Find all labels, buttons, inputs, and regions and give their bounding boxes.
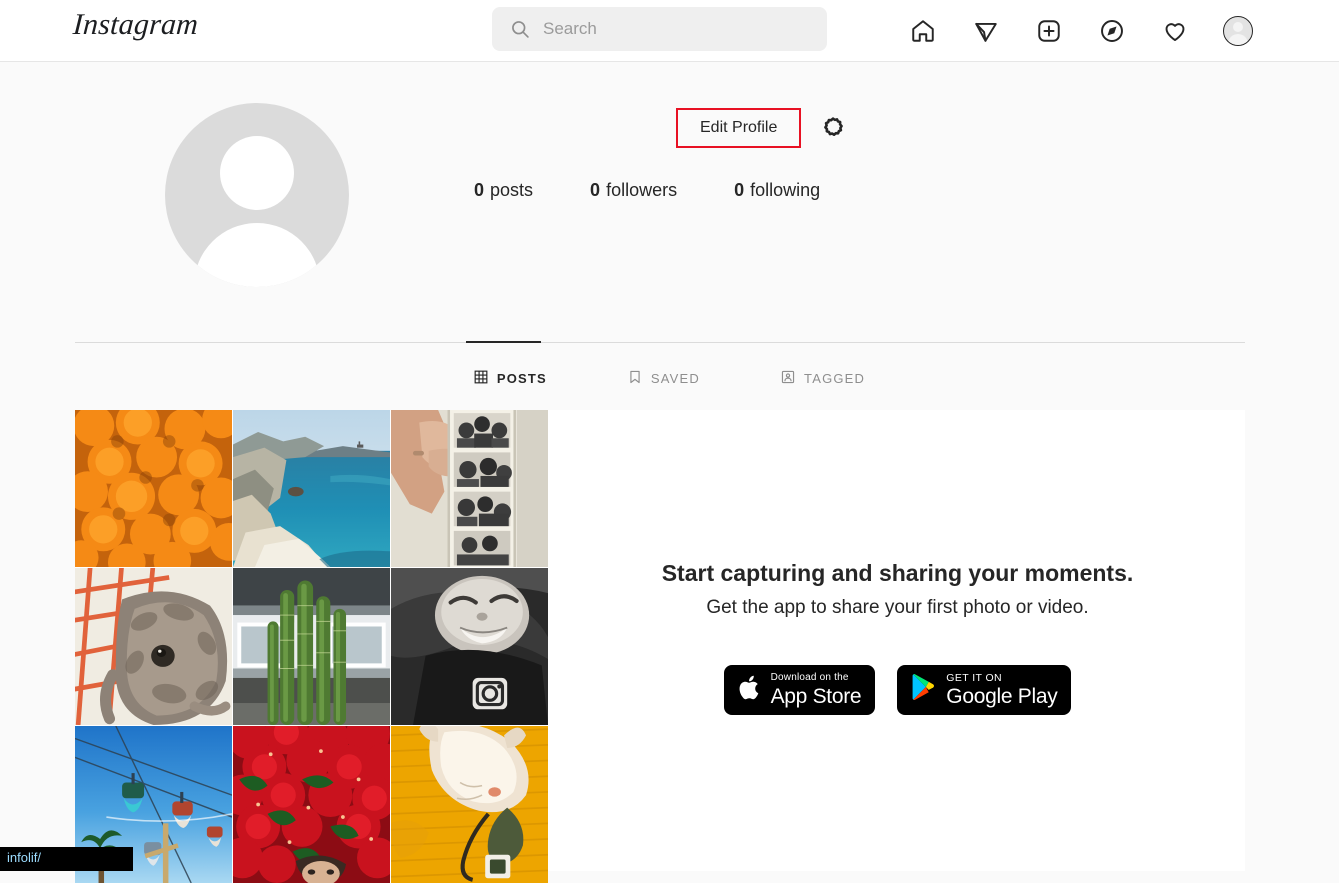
grid-photo-photobooth-strip[interactable]: [391, 410, 548, 567]
following-count: 0: [734, 180, 744, 201]
stat-followers[interactable]: 0 followers: [590, 180, 677, 201]
status-tooltip: infolif/: [0, 847, 133, 871]
posts-label: posts: [490, 180, 533, 201]
home-icon[interactable]: [908, 16, 938, 46]
grid-photo-coastal-cliff[interactable]: [233, 410, 390, 567]
avatar-head-shape: [220, 136, 294, 210]
tab-saved[interactable]: SAVED: [628, 370, 700, 387]
grid-photo-dog-blanket[interactable]: [75, 568, 232, 725]
profile-actions: Edit Profile: [676, 108, 848, 148]
followers-count: 0: [590, 180, 600, 201]
new-post-icon[interactable]: [1034, 16, 1064, 46]
tab-tagged[interactable]: TAGGED: [781, 370, 865, 387]
person-tag-icon: [781, 370, 795, 387]
following-label: following: [750, 180, 820, 201]
tab-posts-label: POSTS: [497, 371, 547, 386]
profile-avatar-icon[interactable]: [1223, 16, 1253, 46]
nav-icon-group: [908, 0, 1253, 62]
bookmark-icon: [628, 370, 642, 387]
avatar-body-shape: [194, 223, 320, 287]
profile-section: Edit Profile 0 posts 0 followers 0 follo…: [0, 62, 1339, 342]
profile-tabs: POSTS SAVED TAGGED: [0, 343, 1339, 413]
google-play-badge-small: GET IT ON: [946, 673, 1057, 684]
grid-photo-cat-yellow[interactable]: [391, 726, 548, 883]
tab-tagged-label: TAGGED: [804, 371, 865, 386]
posts-count: 0: [474, 180, 484, 201]
empty-state-cta: Start capturing and sharing your moments…: [550, 560, 1245, 619]
app-store-badge[interactable]: Download on the App Store: [724, 665, 876, 715]
grid-photo-oranges[interactable]: [75, 410, 232, 567]
apple-logo-icon: [738, 674, 762, 707]
cta-subtitle: Get the app to share your first photo or…: [550, 597, 1245, 619]
photo-grid: [75, 410, 549, 871]
stat-posts[interactable]: 0 posts: [474, 180, 533, 201]
google-play-badge[interactable]: GET IT ON Google Play: [897, 665, 1071, 715]
gear-icon[interactable]: [818, 113, 848, 143]
search-icon: [510, 19, 530, 39]
google-play-badge-big: Google Play: [946, 686, 1057, 707]
grid-photo-cactus-building[interactable]: [233, 568, 390, 725]
grid-icon: [474, 370, 488, 387]
followers-label: followers: [606, 180, 677, 201]
direct-message-icon[interactable]: [971, 16, 1001, 46]
app-header: Instagram: [0, 0, 1339, 62]
activity-heart-icon[interactable]: [1160, 16, 1190, 46]
stat-following[interactable]: 0 following: [734, 180, 820, 201]
app-store-badge-big: App Store: [771, 686, 862, 707]
edit-profile-button[interactable]: Edit Profile: [676, 108, 801, 148]
instagram-logo[interactable]: Instagram: [72, 8, 200, 42]
search-input[interactable]: [543, 7, 827, 51]
tab-posts[interactable]: POSTS: [474, 370, 547, 387]
store-badges: Download on the App Store GET IT ON Goog…: [550, 665, 1245, 715]
grid-photo-smiling-baby[interactable]: [391, 568, 548, 725]
grid-photo-red-flowers[interactable]: [233, 726, 390, 883]
search-bar[interactable]: [492, 7, 827, 51]
default-profile-avatar[interactable]: [165, 103, 349, 287]
explore-compass-icon[interactable]: [1097, 16, 1127, 46]
cta-title: Start capturing and sharing your moments…: [550, 560, 1245, 587]
tab-saved-label: SAVED: [651, 371, 700, 386]
app-store-badge-small: Download on the: [771, 673, 862, 683]
profile-stats: 0 posts 0 followers 0 following: [474, 180, 820, 201]
google-play-logo-icon: [911, 673, 937, 707]
